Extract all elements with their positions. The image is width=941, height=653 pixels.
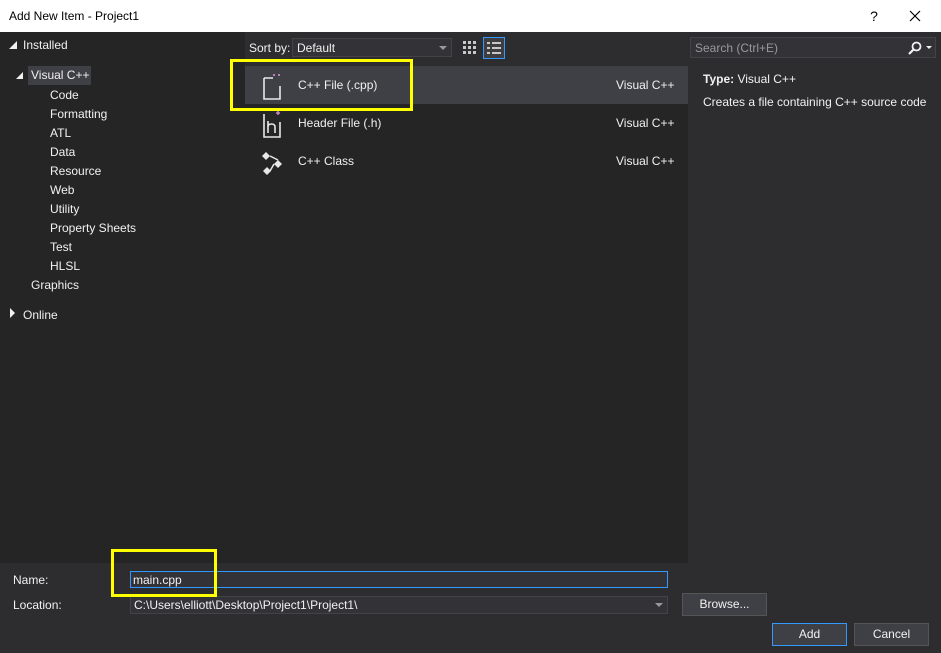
item-language: Visual C++ — [616, 116, 675, 130]
search-placeholder: Search (Ctrl+E) — [695, 41, 779, 55]
cancel-button[interactable]: Cancel — [854, 623, 929, 646]
search-options-arrow-icon[interactable] — [926, 46, 932, 49]
tree-item-code[interactable]: Code — [50, 88, 79, 102]
close-icon — [909, 10, 921, 22]
tree-item-formatting[interactable]: Formatting — [50, 107, 107, 121]
highlight-box-cpp-file — [230, 59, 413, 111]
grid-view-button[interactable] — [459, 37, 479, 57]
search-icon — [908, 41, 922, 55]
tree-item-hlsl[interactable]: HLSL — [50, 259, 80, 273]
header-file-icon — [263, 111, 281, 138]
description-type-label: Type: — [703, 72, 735, 86]
item-name: Header File (.h) — [298, 116, 382, 130]
item-list: C++ File (.cpp) Visual C++ Header File (… — [245, 66, 688, 563]
search-input[interactable]: Search (Ctrl+E) — [690, 37, 936, 58]
description-type-value: Visual C++ — [737, 72, 796, 86]
window-title: Add New Item - Project1 — [9, 9, 140, 23]
grid-view-icon — [463, 41, 476, 54]
collapsed-arrow-icon — [10, 308, 15, 318]
sort-label: Sort by: — [249, 41, 291, 55]
tree-label-visual-cpp: Visual C++ — [31, 68, 90, 82]
list-view-icon — [487, 42, 501, 54]
location-value: C:\Users\elliott\Desktop\Project1\Projec… — [134, 598, 358, 612]
expanded-arrow-icon — [16, 72, 23, 79]
location-dropdown[interactable]: C:\Users\elliott\Desktop\Project1\Projec… — [130, 596, 668, 614]
tree-item-utility[interactable]: Utility — [50, 202, 79, 216]
tree-item-test[interactable]: Test — [50, 240, 72, 254]
item-language: Visual C++ — [616, 154, 675, 168]
tree-item-property-sheets[interactable]: Property Sheets — [50, 221, 136, 235]
expanded-arrow-icon — [9, 41, 17, 49]
name-label: Name: — [13, 573, 49, 587]
cpp-class-icon — [262, 152, 282, 175]
dropdown-arrow-icon — [655, 603, 663, 607]
list-view-button[interactable] — [483, 37, 505, 59]
description-text: Creates a file containing C++ source cod… — [703, 95, 927, 109]
tree-item-web[interactable]: Web — [50, 183, 74, 197]
template-tree: Installed Visual C++ Code Formatting ATL… — [0, 32, 245, 563]
add-button[interactable]: Add — [772, 623, 847, 646]
sort-value: Default — [297, 41, 336, 55]
item-name: C++ Class — [298, 154, 355, 168]
tree-node-installed[interactable]: Installed — [0, 32, 245, 58]
tree-node-visual-cpp[interactable]: Visual C++ — [16, 66, 91, 85]
tree-label-online: Online — [23, 308, 58, 322]
tree-item-graphics[interactable]: Graphics — [31, 278, 79, 292]
browse-button[interactable]: Browse... — [682, 593, 767, 616]
tree-label-installed: Installed — [23, 38, 68, 52]
tree-item-resource[interactable]: Resource — [50, 164, 101, 178]
sort-dropdown[interactable]: Default — [292, 38, 452, 57]
tree-node-online[interactable]: Online — [0, 304, 245, 326]
title-bar: Add New Item - Project1 ? — [0, 0, 941, 32]
help-button[interactable]: ? — [856, 3, 892, 29]
location-label: Location: — [13, 598, 62, 612]
tree-item-data[interactable]: Data — [50, 145, 75, 159]
item-language: Visual C++ — [616, 78, 675, 92]
highlight-box-name — [111, 549, 217, 597]
list-item-cpp-class[interactable]: C++ Class Visual C++ — [245, 142, 688, 180]
tree-item-atl[interactable]: ATL — [50, 126, 71, 140]
close-button[interactable] — [892, 3, 938, 29]
dropdown-arrow-icon — [439, 46, 447, 50]
description-type: Type: Visual C++ — [703, 72, 796, 86]
